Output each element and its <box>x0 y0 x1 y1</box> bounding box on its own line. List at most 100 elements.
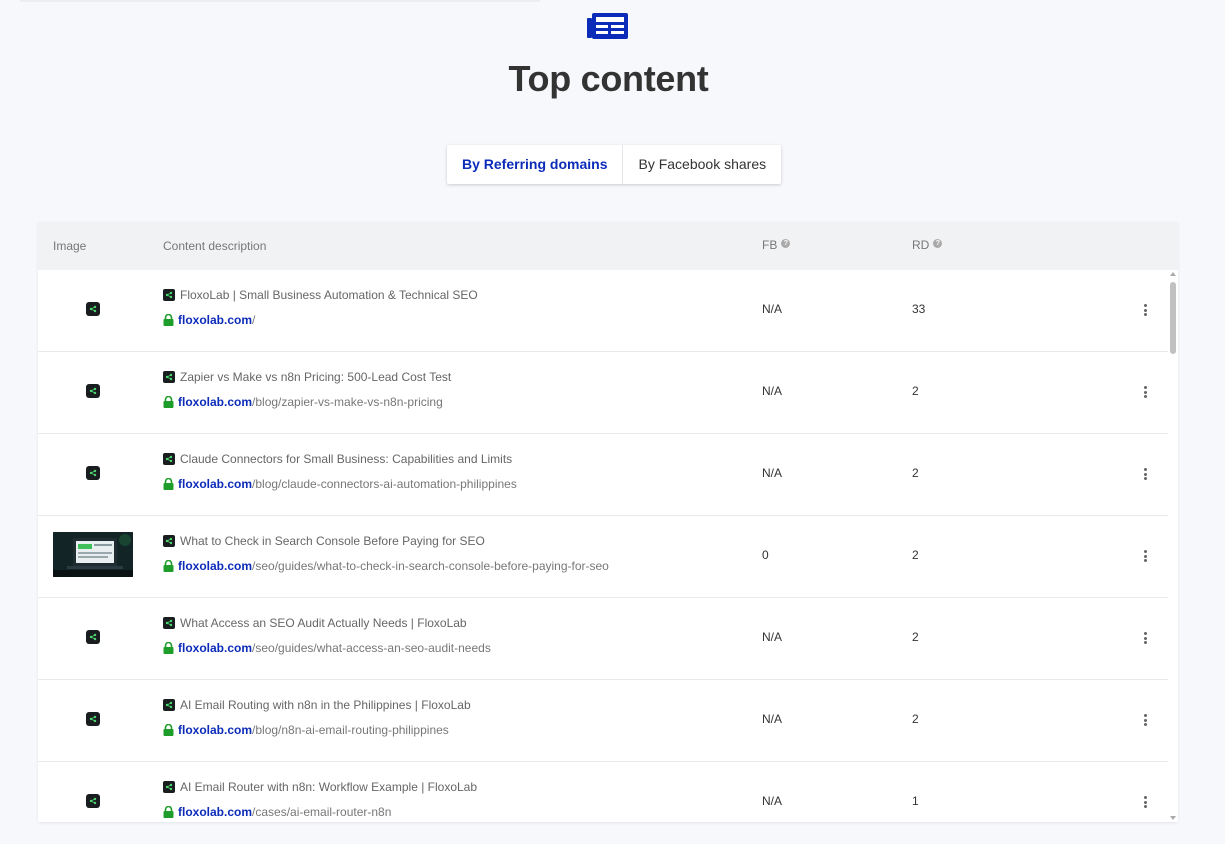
url-domain[interactable]: floxolab.com <box>178 723 252 737</box>
lock-icon <box>163 478 174 490</box>
column-header-fb-label: FB <box>762 238 778 252</box>
table-row[interactable]: What Access an SEO Audit Actually Needs … <box>38 598 1168 680</box>
content-url[interactable]: floxolab.com/cases/ai-email-router-n8n <box>163 805 391 819</box>
column-header-image: Image <box>53 239 86 253</box>
column-header-image-label: Image <box>53 239 87 253</box>
fb-shares-value: N/A <box>762 794 783 808</box>
content-title-text[interactable]: What to Check in Search Console Before P… <box>180 534 485 548</box>
content-title-text[interactable]: AI Email Router with n8n: Workflow Examp… <box>180 780 477 794</box>
fb-shares-value: N/A <box>762 712 783 726</box>
scroll-up-arrow-icon[interactable] <box>1170 272 1176 276</box>
scrollbar[interactable] <box>1168 270 1178 822</box>
referring-domains-value: 2 <box>912 466 919 480</box>
referring-domains-value: 2 <box>912 548 919 562</box>
scrollbar-thumb[interactable] <box>1170 282 1176 354</box>
article-thumbnail[interactable] <box>53 532 133 577</box>
top-content-table: Image Content description FB ? RD ? Flox… <box>38 222 1178 822</box>
table-row[interactable]: FloxoLab | Small Business Automation & T… <box>38 270 1168 352</box>
fb-shares-value: 0 <box>762 548 769 562</box>
site-favicon <box>86 630 100 644</box>
site-favicon-icon <box>163 535 175 547</box>
scroll-down-arrow-icon[interactable] <box>1170 816 1176 820</box>
more-options-icon[interactable] <box>1140 713 1150 727</box>
site-favicon-icon <box>163 781 175 793</box>
content-title[interactable]: Zapier vs Make vs n8n Pricing: 500-Lead … <box>163 370 451 384</box>
site-favicon-icon <box>163 289 175 301</box>
more-options-icon[interactable] <box>1140 631 1150 645</box>
column-header-description: Content description <box>163 239 266 253</box>
lock-icon <box>163 642 174 654</box>
url-domain[interactable]: floxolab.com <box>178 641 252 655</box>
url-domain[interactable]: floxolab.com <box>178 395 252 409</box>
content-title-text[interactable]: Claude Connectors for Small Business: Ca… <box>180 452 512 466</box>
url-domain[interactable]: floxolab.com <box>178 805 252 819</box>
url-domain[interactable]: floxolab.com <box>178 559 252 573</box>
column-header-rd[interactable]: RD ? <box>912 238 943 252</box>
content-title-text[interactable]: AI Email Routing with n8n in the Philipp… <box>180 698 471 712</box>
more-options-icon[interactable] <box>1140 303 1150 317</box>
referring-domains-value: 2 <box>912 384 919 398</box>
site-favicon-icon <box>163 699 175 711</box>
more-options-icon[interactable] <box>1140 467 1150 481</box>
column-header-description-label: Content description <box>163 239 267 253</box>
url-path[interactable]: /blog/zapier-vs-make-vs-n8n-pricing <box>252 395 443 409</box>
lock-icon <box>163 806 174 818</box>
more-options-icon[interactable] <box>1140 385 1150 399</box>
content-title-text[interactable]: FloxoLab | Small Business Automation & T… <box>180 288 478 302</box>
site-favicon-icon <box>163 371 175 383</box>
referring-domains-value: 33 <box>912 302 926 316</box>
help-icon[interactable]: ? <box>933 238 943 248</box>
tab-referring-domains[interactable]: By Referring domains <box>447 145 622 184</box>
site-favicon-icon <box>163 453 175 465</box>
more-options-icon[interactable] <box>1140 795 1150 809</box>
lock-icon <box>163 724 174 736</box>
more-options-icon[interactable] <box>1140 549 1150 563</box>
url-path[interactable]: /cases/ai-email-router-n8n <box>252 805 391 819</box>
url-path[interactable]: /seo/guides/what-access-an-seo-audit-nee… <box>252 641 491 655</box>
content-url[interactable]: floxolab.com/blog/zapier-vs-make-vs-n8n-… <box>163 395 443 409</box>
url-path[interactable]: / <box>252 313 255 327</box>
table-row[interactable]: AI Email Router with n8n: Workflow Examp… <box>38 762 1168 822</box>
tab-facebook-shares[interactable]: By Facebook shares <box>622 145 781 184</box>
content-title[interactable]: What Access an SEO Audit Actually Needs … <box>163 616 467 630</box>
content-title[interactable]: What to Check in Search Console Before P… <box>163 534 485 548</box>
column-header-fb[interactable]: FB ? <box>762 238 791 252</box>
fb-shares-value: N/A <box>762 302 783 316</box>
help-icon[interactable]: ? <box>781 238 791 248</box>
page-title: Top content <box>508 58 709 99</box>
content-title[interactable]: FloxoLab | Small Business Automation & T… <box>163 288 478 302</box>
table-row[interactable]: What to Check in Search Console Before P… <box>38 516 1168 598</box>
lock-icon <box>163 560 174 572</box>
fb-shares-value: N/A <box>762 630 783 644</box>
content-title-text[interactable]: Zapier vs Make vs n8n Pricing: 500-Lead … <box>180 370 451 384</box>
site-favicon <box>86 384 100 398</box>
content-url[interactable]: floxolab.com/seo/guides/what-to-check-in… <box>163 559 609 573</box>
lock-icon <box>163 314 174 326</box>
content-url[interactable]: floxolab.com/blog/claude-connectors-ai-a… <box>163 477 517 491</box>
content-url[interactable]: floxolab.com/ <box>163 313 255 327</box>
table-row[interactable]: Claude Connectors for Small Business: Ca… <box>38 434 1168 516</box>
table-body: FloxoLab | Small Business Automation & T… <box>38 270 1168 822</box>
top-divider <box>20 0 540 2</box>
url-path[interactable]: /blog/claude-connectors-ai-automation-ph… <box>252 477 517 491</box>
url-path[interactable]: /blog/n8n-ai-email-routing-philippines <box>252 723 449 737</box>
site-favicon <box>86 466 100 480</box>
site-favicon <box>86 302 100 316</box>
site-favicon <box>86 794 100 808</box>
url-path[interactable]: /seo/guides/what-to-check-in-search-cons… <box>252 559 609 573</box>
sort-tabs: By Referring domains By Facebook shares <box>447 145 782 184</box>
url-domain[interactable]: floxolab.com <box>178 477 252 491</box>
content-title[interactable]: AI Email Routing with n8n in the Philipp… <box>163 698 471 712</box>
referring-domains-value: 2 <box>912 630 919 644</box>
content-url[interactable]: floxolab.com/blog/n8n-ai-email-routing-p… <box>163 723 449 737</box>
content-title[interactable]: Claude Connectors for Small Business: Ca… <box>163 452 512 466</box>
content-url[interactable]: floxolab.com/seo/guides/what-access-an-s… <box>163 641 491 655</box>
content-title-text[interactable]: What Access an SEO Audit Actually Needs … <box>180 616 467 630</box>
url-domain[interactable]: floxolab.com <box>178 313 252 327</box>
content-title[interactable]: AI Email Router with n8n: Workflow Examp… <box>163 780 477 794</box>
table-header: Image Content description FB ? RD ? <box>38 222 1178 270</box>
site-favicon <box>86 712 100 726</box>
table-row[interactable]: Zapier vs Make vs n8n Pricing: 500-Lead … <box>38 352 1168 434</box>
newspaper-icon <box>587 13 628 39</box>
table-row[interactable]: AI Email Routing with n8n in the Philipp… <box>38 680 1168 762</box>
